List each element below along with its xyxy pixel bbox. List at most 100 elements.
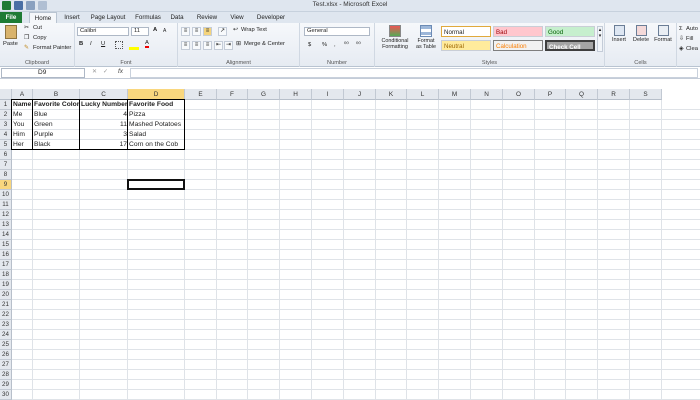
tab-developer[interactable]: Developer <box>253 12 289 23</box>
font-color-button[interactable]: A <box>145 40 149 48</box>
column-gridline <box>661 100 662 400</box>
row-header[interactable]: 15 <box>0 240 12 250</box>
align-middle-icon[interactable]: ≡ <box>192 27 201 36</box>
align-center-icon[interactable]: ≡ <box>192 41 201 50</box>
column-header[interactable]: K <box>376 89 407 100</box>
column-header[interactable]: E <box>185 89 217 100</box>
row-header[interactable]: 6 <box>0 150 12 160</box>
column-header[interactable]: L <box>407 89 439 100</box>
currency-button[interactable]: $ <box>308 42 311 48</box>
delete-cells-button[interactable]: Delete <box>631 25 651 43</box>
insert-function-button[interactable]: fx <box>118 68 123 75</box>
align-top-icon[interactable]: ≡ <box>181 27 190 36</box>
spreadsheet-grid[interactable]: A B C D E F G H I J K L M N O P Q R S 1 2 3 4 5 6 7 8 9 10 11 12 13 14 15… <box>0 89 700 400</box>
column-header[interactable]: S <box>630 89 662 100</box>
row-header[interactable]: 19 <box>0 280 12 290</box>
column-header[interactable]: M <box>439 89 471 100</box>
column-header[interactable]: J <box>344 89 376 100</box>
row-header[interactable]: 17 <box>0 260 12 270</box>
styles-scroll-icon[interactable]: ▴ ▾ <box>597 26 603 52</box>
font-size-select[interactable]: 11 <box>131 27 149 36</box>
row-header[interactable]: 28 <box>0 370 12 380</box>
style-calculation[interactable]: Calculation <box>493 40 543 51</box>
column-header[interactable]: P <box>535 89 566 100</box>
formula-input[interactable] <box>130 68 698 78</box>
column-header[interactable]: F <box>217 89 248 100</box>
decrease-indent-icon[interactable]: ⇤ <box>214 41 223 50</box>
row-header[interactable]: 25 <box>0 340 12 350</box>
insert-cells-button[interactable]: Insert <box>609 25 629 43</box>
column-gridline <box>629 100 630 400</box>
row-header[interactable]: 23 <box>0 320 12 330</box>
selected-cell[interactable] <box>127 179 185 190</box>
name-box[interactable]: D9 <box>1 68 85 78</box>
fill-color-icon[interactable] <box>129 41 139 50</box>
orientation-icon[interactable]: ↗ <box>218 27 227 36</box>
style-neutral[interactable]: Neutral <box>441 40 491 51</box>
format-as-table-button[interactable]: Format as Table <box>414 25 438 55</box>
row-header[interactable]: 12 <box>0 210 12 220</box>
title-bar: Test.xlsx - Microsoft Excel <box>0 0 700 12</box>
comma-button[interactable]: , <box>334 42 336 48</box>
row-header[interactable]: 13 <box>0 220 12 230</box>
row-header[interactable]: 21 <box>0 300 12 310</box>
increase-decimal-icon[interactable]: ⁰⁰ <box>344 42 349 48</box>
tab-review[interactable]: Review <box>193 12 221 23</box>
column-gridline <box>406 100 407 400</box>
percent-button[interactable]: % <box>322 42 327 48</box>
font-name-select[interactable]: Calibri <box>77 27 129 36</box>
style-normal[interactable]: Normal <box>441 26 491 37</box>
tab-data[interactable]: Data <box>167 12 187 23</box>
borders-icon[interactable] <box>115 41 123 49</box>
align-left-icon[interactable]: ≡ <box>181 41 190 50</box>
column-header[interactable]: G <box>248 89 280 100</box>
tab-page-layout[interactable]: Page Layout <box>88 12 128 23</box>
style-good[interactable]: Good <box>545 26 595 37</box>
decrease-decimal-icon[interactable]: ⁰⁰ <box>356 42 361 48</box>
column-header[interactable]: I <box>312 89 344 100</box>
column-header[interactable]: Q <box>566 89 598 100</box>
row-header[interactable]: 11 <box>0 200 12 210</box>
row-header[interactable]: 16 <box>0 250 12 260</box>
column-header[interactable]: R <box>598 89 630 100</box>
paste-button[interactable]: Paste <box>2 25 20 51</box>
row-header[interactable]: 29 <box>0 380 12 390</box>
tab-formulas[interactable]: Formulas <box>133 12 163 23</box>
column-header[interactable]: N <box>471 89 503 100</box>
style-bad[interactable]: Bad <box>493 26 543 37</box>
tab-file[interactable]: File <box>0 12 22 23</box>
conditional-formatting-button[interactable]: Conditional Formatting <box>378 25 412 55</box>
tab-home[interactable]: Home <box>29 12 57 23</box>
row-header[interactable]: 18 <box>0 270 12 280</box>
row-header[interactable]: 22 <box>0 310 12 320</box>
tab-insert[interactable]: Insert <box>60 12 84 23</box>
cancel-formula-icon[interactable]: ✕ <box>92 69 97 75</box>
grow-font-button[interactable]: A <box>153 27 157 33</box>
style-check-cell[interactable]: Check Cell <box>545 40 595 51</box>
shrink-font-button[interactable]: A <box>163 28 166 34</box>
enter-formula-icon[interactable]: ✓ <box>103 69 108 75</box>
row-header[interactable]: 30 <box>0 390 12 400</box>
window-title: Test.xlsx - Microsoft Excel <box>312 1 388 8</box>
row-header[interactable]: 7 <box>0 160 12 170</box>
column-header[interactable]: O <box>503 89 535 100</box>
row-header[interactable]: 10 <box>0 190 12 200</box>
row-header[interactable]: 14 <box>0 230 12 240</box>
row-header[interactable]: 9 <box>0 180 12 190</box>
row-header[interactable]: 26 <box>0 350 12 360</box>
number-format-select[interactable]: General <box>304 27 370 36</box>
italic-button[interactable]: I <box>90 41 92 47</box>
row-header[interactable]: 8 <box>0 170 12 180</box>
row-header[interactable]: 24 <box>0 330 12 340</box>
row-header[interactable]: 27 <box>0 360 12 370</box>
tab-view[interactable]: View <box>226 12 248 23</box>
underline-button[interactable]: U <box>101 41 105 47</box>
row-header[interactable]: 20 <box>0 290 12 300</box>
align-right-icon[interactable]: ≡ <box>203 41 212 50</box>
column-header[interactable]: H <box>280 89 312 100</box>
align-bottom-icon[interactable]: ≡ <box>203 27 212 36</box>
eraser-icon: ◈ <box>679 46 684 52</box>
format-cells-button[interactable]: Format <box>653 25 673 43</box>
bold-button[interactable]: B <box>79 41 83 47</box>
increase-indent-icon[interactable]: ⇥ <box>224 41 233 50</box>
